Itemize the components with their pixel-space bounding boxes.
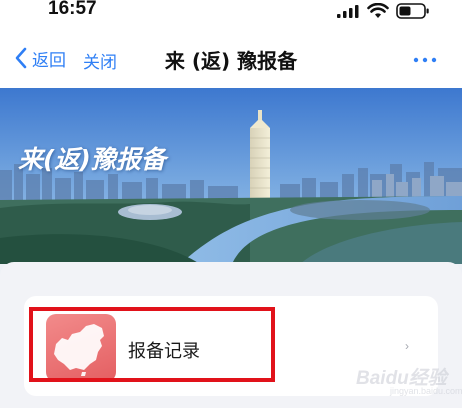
status-bar: 16:57: [0, 0, 462, 26]
back-label: 返回: [32, 50, 66, 71]
back-button[interactable]: 返回: [14, 46, 66, 71]
status-time: 16:57: [48, 0, 97, 19]
battery-icon: [396, 3, 429, 19]
more-dots-icon[interactable]: [410, 54, 440, 66]
chevron-right-icon: ›: [405, 339, 409, 353]
banner-title: 来(返)豫报备: [18, 145, 166, 174]
close-button[interactable]: 关闭: [83, 48, 117, 73]
cellular-signal-icon: [337, 5, 359, 18]
city-skyline-image: [0, 88, 462, 264]
page-title: 来 (返) 豫报备: [164, 49, 298, 73]
nav-bar: 返回 关闭 来 (返) 豫报备: [0, 26, 462, 88]
chevron-left-icon: [15, 47, 27, 69]
banner: 来(返)豫报备: [0, 88, 462, 264]
china-map-icon: [46, 314, 116, 382]
record-label: 报备记录: [128, 341, 200, 362]
wifi-icon: [367, 3, 389, 18]
